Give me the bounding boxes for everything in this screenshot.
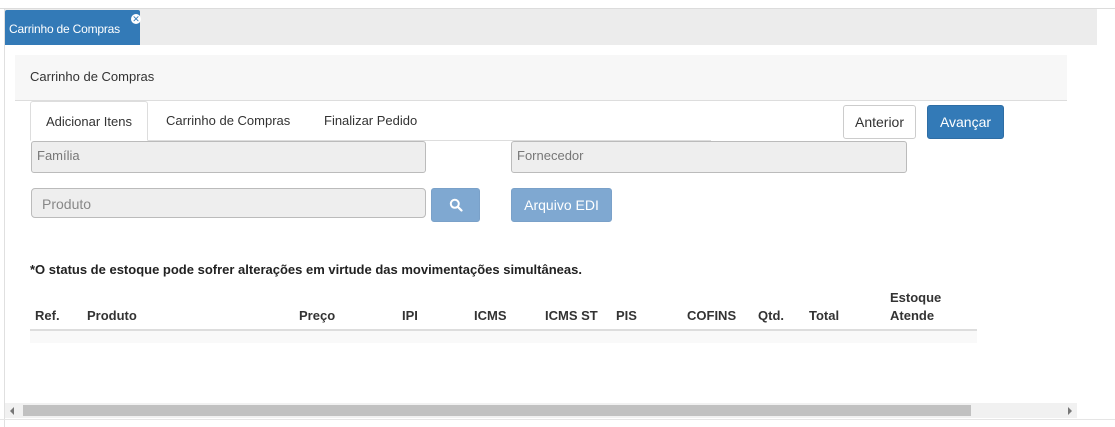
produto-input[interactable]: Produto	[31, 188, 426, 218]
fornecedor-input[interactable]: Fornecedor	[511, 141, 907, 173]
horizontal-scrollbar[interactable]	[5, 403, 1077, 418]
col-qtd: Qtd.	[758, 308, 784, 323]
search-button[interactable]	[431, 188, 480, 222]
col-total: Total	[809, 308, 840, 323]
stock-notice: *O status de estoque pode sofrer alteraç…	[30, 262, 582, 277]
document-tab-bar	[5, 9, 1097, 45]
scroll-right-icon[interactable]	[1068, 407, 1072, 415]
tab-label: Adicionar Itens	[46, 114, 132, 129]
table-body	[30, 331, 977, 343]
tab-label: Carrinho de Compras	[166, 113, 291, 128]
tab-carrinho-de-compras[interactable]: Carrinho de Compras	[166, 101, 296, 141]
col-preco: Preço	[299, 308, 336, 323]
scroll-left-icon[interactable]	[10, 407, 14, 415]
tab-label: Finalizar Pedido	[324, 113, 418, 128]
col-icms-st: ICMS ST	[545, 308, 598, 323]
col-estoque: Estoque	[890, 290, 942, 305]
anterior-button[interactable]: Anterior	[843, 105, 916, 139]
col-ipi: IPI	[402, 308, 418, 323]
col-icms: ICMS	[474, 308, 507, 323]
tab-finalizar-pedido[interactable]: Finalizar Pedido	[324, 101, 424, 141]
document-tab-carrinho[interactable]: Carrinho de Compras ✕	[5, 10, 141, 45]
scrollbar-thumb[interactable]	[23, 405, 971, 416]
panel-header: Carrinho de Compras	[15, 55, 1067, 101]
document-tab-label: Carrinho de Compras	[9, 22, 120, 36]
bottom-border	[0, 419, 1115, 420]
tab-adicionar-itens[interactable]: Adicionar Itens	[30, 101, 148, 141]
left-border	[4, 9, 5, 427]
panel-title: Carrinho de Compras	[30, 69, 155, 84]
arquivo-edi-button[interactable]: Arquivo EDI	[511, 188, 612, 222]
col-atende: Atende	[890, 308, 935, 323]
col-produto: Produto	[87, 308, 137, 323]
col-cofins: COFINS	[687, 308, 737, 323]
col-ref: Ref.	[35, 308, 60, 323]
search-icon	[449, 198, 463, 212]
avancar-button[interactable]: Avançar	[927, 105, 1004, 139]
col-pis: PIS	[616, 308, 637, 323]
familia-input[interactable]: Família	[31, 141, 426, 173]
close-icon[interactable]: ✕	[131, 14, 141, 24]
